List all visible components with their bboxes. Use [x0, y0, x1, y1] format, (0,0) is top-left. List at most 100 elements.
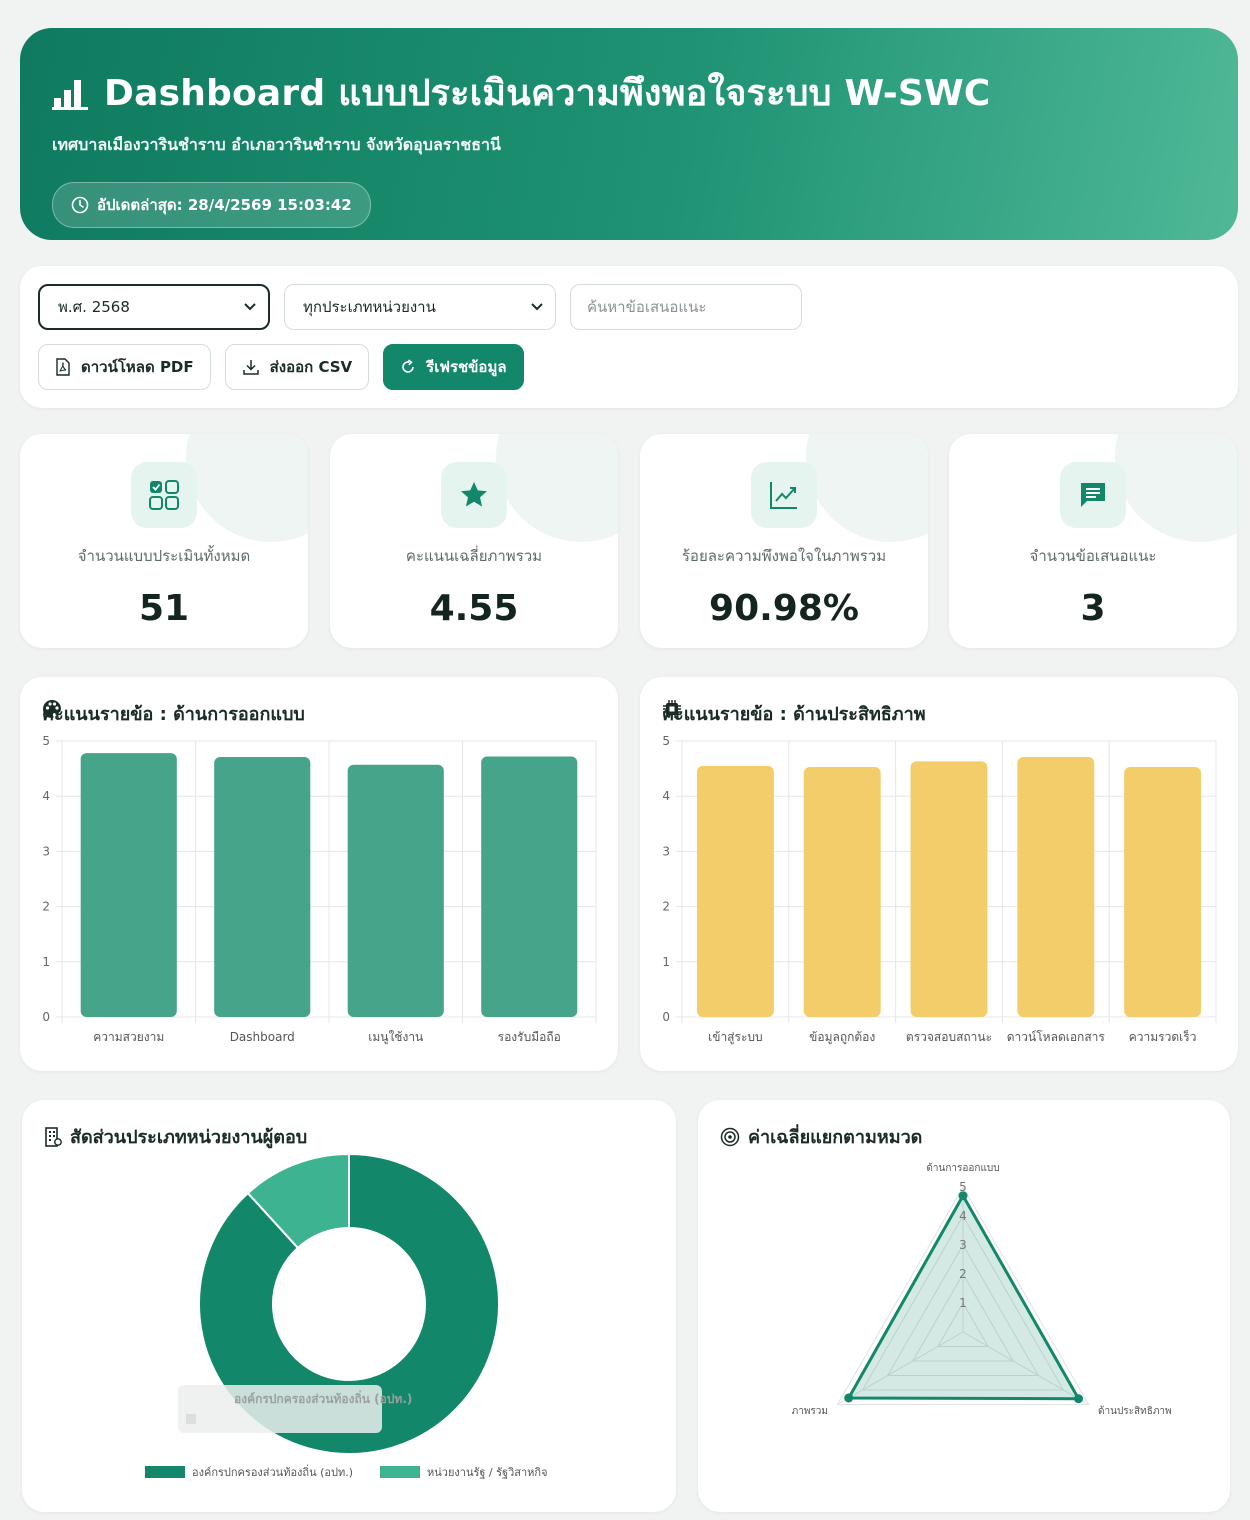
refresh-label: รีเฟรชข้อมูล — [426, 358, 507, 376]
y-tick-label: 1 — [662, 955, 670, 969]
org-type-donut-chart: องค์กรปกครองส่วนท้องถิ่น (อปท.) องค์กรปกค… — [145, 1152, 548, 1479]
card-decoration — [1115, 434, 1237, 542]
page-subtitle: เทศบาลเมืองวารินชำราบ อำเภอวารินชำราบ จั… — [52, 135, 501, 154]
stat-label: คะแนนเฉลี่ยภาพรวม — [405, 547, 543, 565]
org-type-select-value: ทุกประเภทหน่วยงาน — [303, 298, 436, 316]
bar — [803, 766, 881, 1017]
radar-tick-label: 3 — [959, 1238, 967, 1252]
design-bar-chart: 0 1 2 3 4 5 ความสวยงาม Dashboard เมนูใช้งาน รองรั… — [42, 734, 597, 1045]
target-icon — [720, 1127, 740, 1146]
y-tick-label: 4 — [662, 789, 670, 803]
filter-toolbar: พ.ศ. 2568 ทุกประเภทหน่วยงาน ดาวน์โหลด PD… — [20, 266, 1238, 408]
download-icon — [242, 360, 259, 375]
tooltip-swatch — [186, 1414, 196, 1424]
radar-axis-label: ภาพรวม — [792, 1406, 828, 1417]
x-tick-label: ดาวน์โหลดเอกสาร — [1007, 1030, 1106, 1044]
y-tick-label: 5 — [662, 734, 670, 748]
radar-point — [1074, 1394, 1084, 1404]
x-tick-label: ข้อมูลถูกต้อง — [809, 1030, 875, 1045]
radar-tick-label: 2 — [959, 1267, 967, 1281]
radar-axis-label: ด้านการออกแบบ — [926, 1162, 999, 1174]
card-decoration — [186, 434, 308, 542]
clock-icon — [71, 196, 89, 214]
bar-chart-icon — [52, 79, 88, 110]
stat-card-suggestions: จำนวนข้อเสนอแนะ 3 — [949, 434, 1237, 648]
year-select[interactable]: พ.ศ. 2568 — [38, 284, 270, 330]
stat-card-total: จำนวนแบบประเมินทั้งหมด 51 — [20, 434, 308, 648]
pdf-file-icon — [56, 358, 70, 376]
chart-title-text: สัดส่วนประเภทหน่วยงานผู้ตอบ — [70, 1127, 308, 1148]
refresh-button[interactable]: รีเฟรชข้อมูล — [383, 344, 524, 390]
stat-label: ร้อยละความพึงพอใจในภาพรวม — [681, 547, 887, 565]
stat-label: จำนวนข้อเสนอแนะ — [1029, 547, 1157, 565]
x-tick-label: เมนูใช้งาน — [368, 1030, 423, 1045]
stat-card-average: คะแนนเฉลี่ยภาพรวม 4.55 — [330, 434, 618, 648]
last-update-badge: อัปเดตล่าสุด: 28/4/2569 15:03:42 — [52, 182, 371, 228]
y-tick-label: 1 — [42, 955, 50, 969]
bar — [347, 764, 444, 1017]
stat-value: 4.55 — [429, 588, 519, 629]
x-tick-label: Dashboard — [230, 1030, 295, 1044]
download-pdf-button[interactable]: ดาวน์โหลด PDF — [38, 344, 211, 390]
chart-title: สัดส่วนประเภทหน่วยงานผู้ตอบ — [44, 1122, 307, 1151]
stat-label: จำนวนแบบประเมินทั้งหมด — [77, 547, 251, 565]
bar — [80, 753, 177, 1017]
card-decoration — [806, 434, 928, 542]
bar — [696, 765, 774, 1017]
stat-value: 90.98% — [709, 588, 859, 629]
export-csv-label: ส่งออก CSV — [269, 358, 353, 376]
bar — [214, 757, 311, 1017]
year-select-value: พ.ศ. 2568 — [58, 298, 130, 316]
legend-swatch — [145, 1466, 185, 1478]
y-tick-label: 0 — [662, 1010, 670, 1024]
legend-label: องค์กรปกครองส่วนท้องถิ่น (อปท.) — [192, 1464, 353, 1479]
tooltip-text: องค์กรปกครองส่วนท้องถิ่น (อปท.) — [234, 1390, 412, 1406]
search-input[interactable] — [570, 284, 802, 330]
y-tick-label: 4 — [42, 789, 50, 803]
bar — [481, 756, 578, 1017]
chevron-down-icon — [531, 303, 543, 311]
category-average-chart-card: ค่าเฉลี่ยแยกตามหมวด 1 2 3 4 5 ด้านการออกแบบด้… — [698, 1100, 1230, 1512]
radar-tick-label: 5 — [959, 1180, 967, 1194]
last-update-text: อัปเดตล่าสุด: 28/4/2569 15:03:42 — [97, 196, 352, 214]
chevron-down-icon — [244, 303, 256, 311]
stat-value: 51 — [138, 588, 190, 629]
performance-bar-chart: 0 1 2 3 4 5 เข้าสู่ระบบ ข้อมูลถูกต้อง ตรวจสอบสถา… — [662, 734, 1217, 1045]
bar — [1124, 766, 1202, 1017]
trend-chart-icon — [751, 462, 817, 528]
chart-title-text: ค่าเฉลี่ยแยกตามหมวด — [748, 1127, 923, 1148]
y-tick-label: 0 — [42, 1010, 50, 1024]
y-tick-label: 2 — [42, 900, 50, 914]
org-type-chart-card: สัดส่วนประเภทหน่วยงานผู้ตอบ องค์กรปกครอง… — [22, 1100, 676, 1512]
y-tick-label: 5 — [42, 734, 50, 748]
export-csv-button[interactable]: ส่งออก CSV — [224, 344, 370, 390]
bar — [910, 761, 988, 1017]
category-radar-chart: 1 2 3 4 5 ด้านการออกแบบด้านประสิทธิภาพ ภาพรวม — [792, 1162, 1172, 1417]
x-tick-label: รองรับมือถือ — [498, 1030, 561, 1044]
legend-swatch — [380, 1466, 420, 1478]
page-title: Dashboard แบบประเมินความพึงพอใจระบบ W-SW… — [104, 73, 991, 114]
stat-card-percent: ร้อยละความพึงพอใจในภาพรวม 90.98% — [640, 434, 928, 648]
x-tick-label: ตรวจสอบสถานะ — [906, 1030, 992, 1044]
y-tick-label: 2 — [662, 900, 670, 914]
x-tick-label: ความสวยงาม — [93, 1030, 164, 1044]
performance-score-chart-card: คะแนนรายข้อ : ด้านประสิทธิภาพ 0 1 2 3 4 5 เข้า… — [640, 677, 1238, 1071]
x-tick-label: เข้าสู่ระบบ — [708, 1030, 763, 1045]
radar-tick-label: 4 — [959, 1209, 967, 1223]
dashboard-header: Dashboard แบบประเมินความพึงพอใจระบบ W-SW… — [20, 28, 1238, 240]
bar — [1017, 757, 1095, 1017]
star-icon — [441, 462, 507, 528]
grid-check-icon — [131, 462, 197, 528]
y-tick-label: 3 — [662, 844, 670, 858]
refresh-icon — [402, 359, 414, 373]
stat-value: 3 — [1080, 588, 1106, 629]
legend-label: หน่วยงานรัฐ / รัฐวิสาหกิจ — [427, 1466, 548, 1479]
y-tick-label: 3 — [42, 844, 50, 858]
radar-point — [844, 1393, 854, 1403]
x-tick-label: ความรวดเร็ว — [1129, 1029, 1197, 1044]
radar-axis-label: ด้านประสิทธิภาพ — [1098, 1405, 1172, 1417]
org-type-select[interactable]: ทุกประเภทหน่วยงาน — [284, 284, 556, 330]
radar-tick-label: 1 — [959, 1296, 967, 1310]
building-icon — [45, 1126, 62, 1147]
design-score-chart-card: คะแนนรายข้อ : ด้านการออกแบบ 0 1 2 3 4 5 ความสว… — [20, 677, 618, 1071]
